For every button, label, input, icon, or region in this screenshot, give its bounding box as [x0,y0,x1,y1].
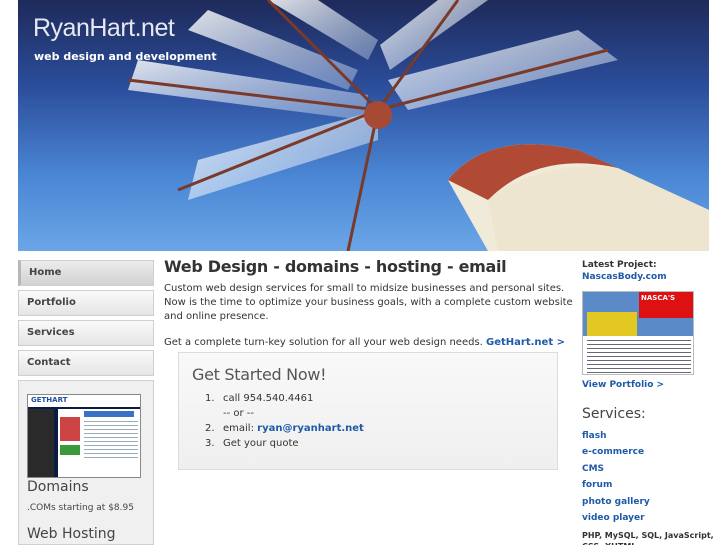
intro-text: Custom web design services for small to … [164,283,573,322]
step-call: 1. call 954.540.4461 [205,391,364,406]
service-ecommerce[interactable]: e-commerce [582,447,650,463]
get-started-box: Get Started Now! 1. call 954.540.4461 --… [178,352,558,470]
screenshot-photo [60,417,80,441]
thumb-text [587,340,691,374]
email-link[interactable]: ryan@ryanhart.net [257,421,364,436]
step-number: 1. [205,393,215,404]
view-portfolio-link[interactable]: View Portfolio > [582,380,664,390]
services-list: flash e-commerce CMS forum photo gallery… [582,431,650,529]
services-heading: Services: [582,406,646,422]
step-number: 2. [205,423,215,434]
domains-heading: Domains [27,479,89,495]
screenshot-badge [60,445,80,455]
phone-number: call 954.540.4461 [223,393,314,404]
service-flash[interactable]: flash [582,431,650,447]
gethart-logo: GETHART [31,396,68,404]
cta-text: Get a complete turn-key solution for all… [164,337,574,348]
get-started-title: Get Started Now! [192,365,327,384]
thumb-banner-text: NASCA'S [641,294,676,302]
get-started-steps: 1. call 954.540.4461 -- or -- 2. email: … [205,391,364,451]
step-quote: 3. Get your quote [205,436,364,451]
gethart-screenshot[interactable]: GETHART [27,394,141,478]
service-video-player[interactable]: video player [582,513,650,529]
step-or: -- or -- [205,406,364,421]
latest-project-label: Latest Project: [582,260,657,270]
page-title: Web Design - domains - hosting - email [164,257,507,276]
gethart-promo[interactable]: GETHART Domains .COMs starting at $8.95 … [18,380,154,545]
step-number: 3. [205,438,215,449]
step-email: 2. email: ryan@ryanhart.net [205,421,364,436]
domains-price: .COMs starting at $8.95 [27,503,134,513]
email-label: email: [223,423,254,434]
latest-project-thumbnail[interactable]: NASCA'S [582,291,694,375]
site-tagline: web design and development [34,50,217,63]
or-separator: -- or -- [223,408,255,419]
cta-label: Get a complete turn-key solution for all… [164,337,483,348]
hosting-heading: Web Hosting [27,526,116,542]
nav-contact[interactable]: Contact [18,350,154,376]
service-cms[interactable]: CMS [582,464,650,480]
screenshot-nav [28,409,54,477]
nav-home[interactable]: Home [18,260,154,286]
screenshot-heading [84,411,134,417]
header-banner: RyanHart.net web design and development [18,0,709,251]
nav-services[interactable]: Services [18,320,154,346]
service-photo-gallery[interactable]: photo gallery [582,497,650,513]
service-forum[interactable]: forum [582,480,650,496]
latest-project-link[interactable]: NascasBody.com [582,272,712,282]
thumb-car [587,312,637,336]
site-title[interactable]: RyanHart.net [33,14,175,43]
right-sidebar: Latest Project: NascasBody.com NASCA'S V… [582,260,714,545]
main-nav: Home Portfolio Services Contact [18,260,154,380]
main-content: Web Design - domains - hosting - email C… [164,257,574,348]
quote-text: Get your quote [223,438,299,449]
screenshot-text [84,421,138,461]
gethart-link[interactable]: GetHart.net > [486,337,565,348]
technologies-text: PHP, MySQL, SQL, JavaScript, CSS, XHTML [582,531,714,545]
nav-portfolio[interactable]: Portfolio [18,290,154,316]
